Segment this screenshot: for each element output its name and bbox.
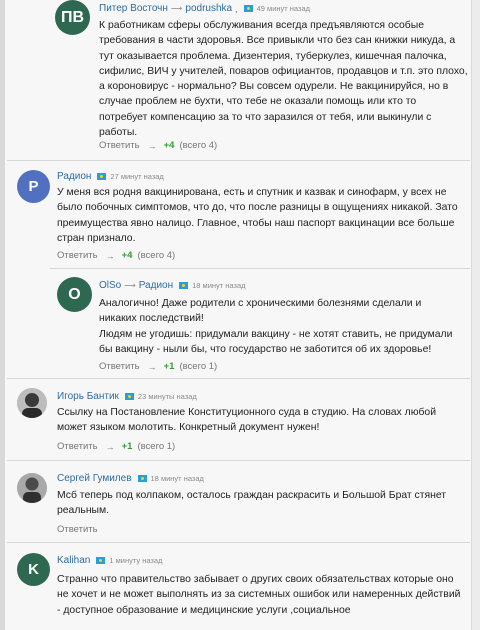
author-name[interactable]: Kalihan — [57, 555, 90, 566]
comment-text: Аналогично! Даже родители с хроническими… — [99, 296, 452, 357]
vote-total: (всего 4) — [179, 140, 218, 151]
comment-actions: Ответить → +1 (всего 1) — [99, 361, 217, 372]
kazakhstan-flag-icon — [124, 393, 134, 400]
avatar[interactable]: O — [57, 277, 92, 312]
reply-to-name[interactable]: Радион — [139, 280, 173, 291]
text-line: реальным. — [57, 505, 110, 517]
vote-score: +1 — [163, 361, 175, 372]
reply-button[interactable]: Ответить — [57, 441, 98, 452]
author-name[interactable]: Питер Восточн — [99, 3, 168, 14]
text-line: сифилис, ВИЧ у учителей, поваров официан… — [99, 65, 468, 77]
collapse-arrow-icon[interactable]: → — [106, 442, 115, 452]
text-line: Людям не угодишь: придумали вакцину - не… — [99, 328, 453, 340]
text-line: работы. — [99, 127, 138, 139]
divider — [7, 460, 470, 461]
vote-score: +1 — [121, 441, 133, 452]
vote-score: +4 — [121, 250, 133, 261]
text-line: никаких последствий! — [99, 313, 204, 325]
author-name[interactable]: Радион — [57, 171, 91, 182]
text-line: - доступное образование и медицинские ус… — [57, 604, 351, 616]
comment-text: К работникам сферы обслуживания всегда п… — [99, 18, 468, 140]
user-photo-icon — [17, 388, 47, 418]
divider — [7, 378, 470, 379]
text-line: преимущества явно налицо. Главное, чтобы… — [57, 217, 455, 229]
divider — [50, 268, 470, 269]
avatar-initials: O — [68, 285, 81, 303]
comment-text: Мсб теперь под колпаком, осталось гражда… — [57, 488, 446, 519]
text-line: не хочет и не может выполнять из за сист… — [57, 589, 461, 601]
text-line: требования в части здоровья. Все привыкл… — [99, 35, 456, 47]
comment-time: 18 минут назад — [192, 281, 246, 290]
vote-total: (всего 1) — [179, 361, 218, 372]
comment-time: 27 минут назад — [110, 172, 164, 181]
comment-text: Ссылку на Постановление Конституционного… — [57, 405, 436, 436]
reply-to-name[interactable]: podrushka — [185, 3, 232, 14]
text-line: потребует компенсацию за то что заразилс… — [99, 111, 432, 123]
comment-header: Питер Восточн ⟶ podrushka , 49 минут наз… — [99, 3, 310, 14]
vote-total: (всего 1) — [137, 441, 176, 452]
comment-actions: Ответить → +4 (всего 4) — [99, 140, 217, 151]
text-line: было побочных симптомов, что до, что пос… — [57, 202, 458, 214]
comment-text: Странно что правительство забывает о дру… — [57, 572, 460, 618]
text-line: случае проблем не бухти, что тебе не ока… — [99, 96, 417, 108]
left-frame-border — [0, 0, 5, 630]
avatar[interactable]: ПВ — [55, 0, 90, 35]
reply-arrow-icon: ⟶ — [170, 4, 183, 13]
divider — [7, 160, 470, 161]
avatar-initials: Р — [28, 178, 39, 195]
text-line: Аналогично! Даже родители с хроническими… — [99, 298, 422, 309]
collapse-arrow-icon[interactable]: → — [148, 141, 157, 151]
vote-score: +4 — [163, 140, 175, 151]
comment-time: 18 минут назад — [150, 474, 204, 483]
avatar[interactable] — [17, 473, 47, 503]
comment-actions: Ответить → +4 (всего 4) — [57, 250, 175, 261]
comment-actions: Ответить → +1 (всего 1) — [57, 441, 175, 452]
text-line: стран признало. — [57, 232, 136, 244]
comment-time: 49 минут назад — [256, 4, 311, 13]
text-line: Ссылку на Постановление Конституционного… — [57, 407, 437, 418]
comment-time: 1 минуту назад — [109, 556, 163, 565]
text-line: Мсб теперь под колпаком, осталось гражда… — [57, 490, 447, 501]
kazakhstan-flag-icon — [137, 475, 147, 482]
avatar-initials: ПВ — [60, 8, 85, 26]
avatar[interactable]: Р — [17, 170, 50, 203]
reply-button[interactable]: Ответить — [57, 524, 98, 535]
avatar[interactable]: K — [17, 553, 50, 586]
comment-time: 23 минуты назад — [137, 392, 197, 401]
text-line: тут оказывается проблема. Дизентерия, ту… — [99, 50, 447, 62]
text-line: Странно что правительство забывает о дру… — [57, 574, 454, 585]
scrollbar-track[interactable] — [471, 0, 480, 630]
text-line: К работникам сферы обслуживания всегда п… — [99, 20, 425, 31]
text-line: У меня вся родня вакцинирована, есть и с… — [57, 187, 447, 198]
vote-total: (всего 4) — [137, 250, 176, 261]
comment-actions: Ответить — [57, 524, 98, 535]
text-line: может языком молотить. Конкретный докуме… — [57, 422, 320, 434]
comment-header: Радион 27 минут назад — [57, 171, 164, 182]
comment-header: Сергей Гумилев 18 минут назад — [57, 473, 204, 484]
separator-dot: , — [235, 3, 238, 14]
avatar[interactable] — [17, 388, 47, 418]
collapse-arrow-icon[interactable]: → — [106, 251, 115, 261]
reply-button[interactable]: Ответить — [99, 140, 140, 151]
reply-arrow-icon: ⟶ — [124, 281, 136, 290]
avatar-initials: K — [28, 561, 39, 578]
comment-header: OlSo ⟶ Радион 18 минут назад — [99, 280, 246, 291]
kazakhstan-flag-icon — [243, 5, 253, 12]
kazakhstan-flag-icon — [96, 557, 106, 564]
text-line: бы вакцину - ныли бы, что государство не… — [99, 343, 432, 355]
reply-button[interactable]: Ответить — [99, 361, 140, 372]
author-name[interactable]: OlSo — [99, 280, 121, 291]
kazakhstan-flag-icon — [97, 173, 107, 180]
user-photo-icon — [17, 473, 47, 503]
comment-text: У меня вся родня вакцинирована, есть и с… — [57, 185, 458, 246]
comment-header: Игорь Бантик 23 минуты назад — [57, 391, 197, 402]
reply-button[interactable]: Ответить — [57, 250, 98, 261]
kazakhstan-flag-icon — [179, 282, 189, 289]
author-name[interactable]: Игорь Бантик — [57, 391, 119, 402]
author-name[interactable]: Сергей Гумилев — [57, 473, 132, 484]
text-line: а короновирус - нормально? Вы совсем оду… — [99, 81, 449, 93]
divider — [7, 542, 470, 543]
comment-header: Kalihan 1 минуту назад — [57, 555, 162, 566]
collapse-arrow-icon[interactable]: → — [148, 362, 157, 372]
